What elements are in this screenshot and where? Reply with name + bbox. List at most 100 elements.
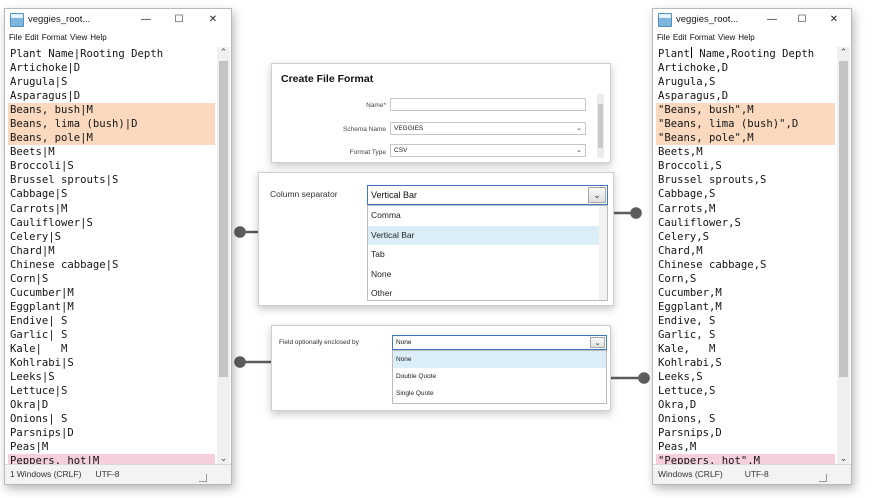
text-line: Leeks,S [658,371,703,384]
menu-format[interactable]: Format [42,33,67,42]
create-file-format-panel: Create File Format Name* Schema Name VEG… [271,63,611,163]
text-line: Celery,S [658,230,710,243]
menu-file[interactable]: File [657,33,670,42]
menu-format[interactable]: Format [690,33,715,42]
chevron-down-icon: ⌄ [576,147,582,154]
chevron-down-icon[interactable]: ⌄ [590,337,605,348]
text-line: Arugula|S [10,76,68,89]
vertical-scrollbar[interactable]: ⌃ ⌄ [217,47,230,464]
text-editor[interactable]: Plant Name,Rooting Depth Artichoke,D Arug… [656,47,835,469]
menu-help[interactable]: Help [90,33,106,42]
form-scrollbar[interactable] [597,94,604,158]
scrollbar-thumb[interactable] [598,104,603,148]
text-line: Kale, M [658,342,716,355]
minimize-button[interactable]: — [761,12,783,28]
maximize-button[interactable]: ☐ [168,12,190,28]
status-encoding: UTF-8 [744,469,769,479]
menu-help[interactable]: Help [738,33,754,42]
scroll-up-icon[interactable]: ⌃ [837,47,850,58]
text-line: Beans, bush|M [8,103,215,118]
dropdown-option[interactable]: Tab [368,245,607,265]
scroll-up-icon[interactable]: ⌃ [217,47,230,58]
column-separator-select[interactable]: Vertical Bar ⌄ [367,185,608,205]
text-line: Kohlrabi|S [10,357,74,370]
dropdown-option[interactable]: Vertical Bar [368,225,607,245]
text-line: Arugula,S [658,76,716,89]
status-bar: 1 Windows (CRLF) UTF-8 [5,464,231,484]
text-line: Endive| S [10,314,68,327]
right-notepad-window: veggies_root... — ☐ ✕ File Edit Format View… [652,8,852,485]
text-line: Leeks|S [10,371,55,384]
format-type-value: CSV [394,147,408,154]
text-line: Garlic, S [658,328,716,341]
text-line: Broccoli|S [10,160,74,173]
text-line-part: Plant [658,48,690,60]
text-line: Plant Name|Rooting Depth [10,48,164,60]
schema-name-select[interactable]: VEGGIES ⌄ [390,122,586,135]
notepad-icon [10,13,24,27]
menu-edit[interactable]: Edit [25,33,39,42]
dropdown-option[interactable]: Double Quote [393,368,606,385]
scrollbar-thumb[interactable] [219,61,228,377]
close-button[interactable]: ✕ [823,12,845,28]
vertical-scrollbar[interactable]: ⌃ ⌄ [837,47,850,464]
dropdown-option[interactable]: Other [368,284,607,300]
text-line: Chinese cabbage,S [658,258,767,271]
menu-view[interactable]: View [70,33,87,42]
text-line: Chinese cabbage|S [10,258,119,271]
status-encoding: UTF-8 [95,469,120,479]
text-line: Artichoke,D [658,62,729,75]
text-line: Beans, pole|M [8,131,215,146]
resize-grip-icon[interactable] [199,474,207,482]
text-line: Onions, S [658,413,716,426]
menu-edit[interactable]: Edit [673,33,687,42]
status-line-ending: Windows (CRLF) [658,469,723,479]
close-button[interactable]: ✕ [202,12,224,28]
text-line: Carrots|M [10,202,68,215]
text-line: Lettuce|S [10,385,68,398]
text-caret [690,47,692,58]
resize-grip-icon[interactable] [819,474,827,482]
text-line: Peas|M [10,441,49,454]
chevron-down-icon[interactable]: ⌄ [588,187,606,203]
chevron-down-icon: ⌄ [576,125,582,132]
menu-bar: File Edit Format View Help [653,33,851,46]
text-line: Cabbage,S [658,188,716,201]
menu-view[interactable]: View [718,33,735,42]
text-line: Chard|M [10,244,55,257]
text-line: Beets,M [658,146,703,159]
scroll-down-icon[interactable]: ⌄ [837,453,850,464]
text-line: Plant Name,Rooting Depth [656,47,835,61]
dropdown-option[interactable]: Comma [368,206,607,226]
dropdown-option[interactable]: Single Quote [393,385,606,402]
text-line-part: Name,Rooting Depth [692,48,815,60]
scroll-down-icon[interactable]: ⌄ [217,453,230,464]
format-type-label: Format Type [349,149,386,156]
minimize-button[interactable]: — [135,12,157,28]
text-line: Celery|S [10,230,62,243]
title-bar: veggies_root... — ☐ ✕ [653,9,851,31]
field-enclosed-select[interactable]: None ⌄ [392,335,607,350]
status-line-ending: Windows (CRLF) [16,469,82,479]
text-line: Asparagus|D [10,90,81,103]
column-separator-value: Vertical Bar [371,190,418,200]
text-line: Peas,M [658,441,697,454]
text-line: Lettuce,S [658,385,716,398]
dropdown-scrollbar[interactable] [599,206,607,300]
left-notepad-window: veggies_root... — ☐ ✕ File Edit Format View… [4,8,232,485]
dropdown-option[interactable]: None [393,351,606,368]
name-input[interactable] [390,98,586,111]
text-line: Parsnips|D [10,427,74,440]
text-line: "Beans, pole",M [656,131,835,146]
dropdown-option[interactable]: None [368,265,607,285]
text-line: Brussel sprouts|S [10,174,119,187]
format-type-select[interactable]: CSV ⌄ [390,144,586,157]
text-editor[interactable]: Plant Name|Rooting Depth Artichoke|D Arugu… [8,47,215,469]
status-position: 1 [10,469,15,479]
scrollbar-thumb[interactable] [839,61,848,377]
text-line: Kohlrabi,S [658,357,722,370]
menu-file[interactable]: File [9,33,22,42]
maximize-button[interactable]: ☐ [791,12,813,28]
text-line: Corn|S [10,272,49,285]
field-enclosed-value: None [396,339,412,346]
